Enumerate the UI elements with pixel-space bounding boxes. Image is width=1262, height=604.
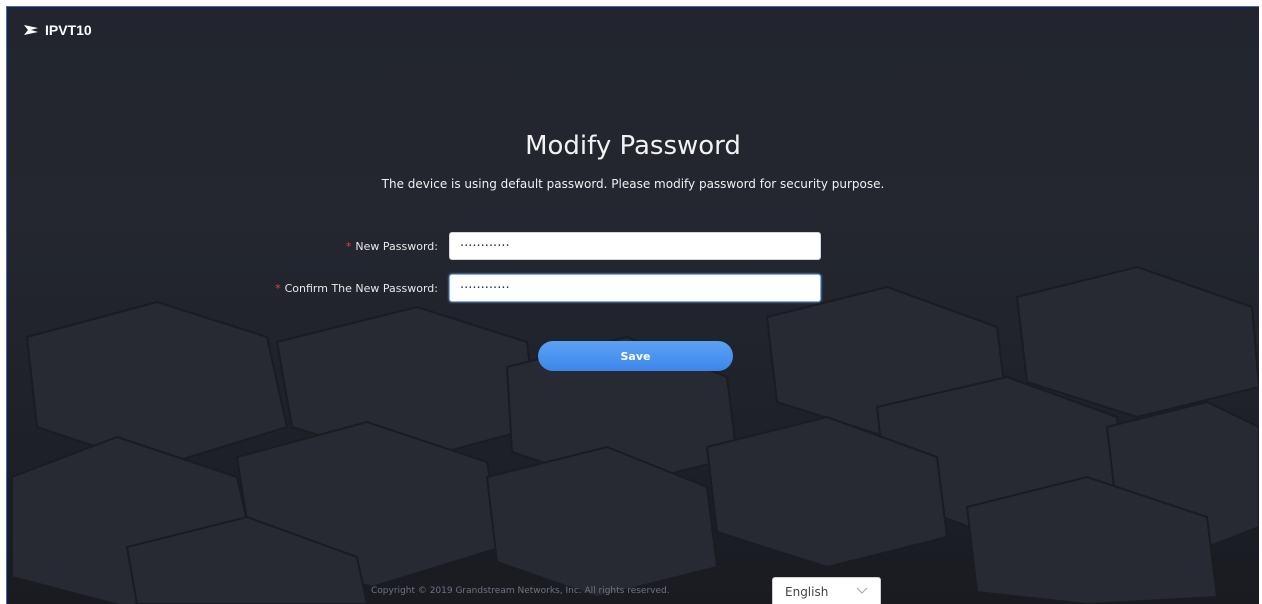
brand-header: IPVT10 [23, 22, 92, 38]
required-marker: * [345, 240, 352, 253]
new-password-field[interactable] [449, 232, 821, 260]
save-button[interactable]: Save [538, 341, 733, 371]
new-password-label: * New Password: [346, 240, 438, 253]
confirm-password-row: * Confirm The New Password: [7, 274, 1259, 304]
page-subtitle: The device is using default password. Pl… [381, 177, 885, 191]
copyright-text: Copyright © 2019 Grandstream Networks, I… [371, 586, 670, 596]
hexagon-background [11, 265, 1259, 604]
chevron-down-icon [856, 587, 868, 598]
language-select[interactable]: English [772, 577, 881, 604]
new-password-label-text: New Password: [355, 240, 438, 253]
confirm-password-label: * Confirm The New Password: [275, 282, 438, 295]
confirm-password-label-text: Confirm The New Password: [284, 282, 438, 295]
new-password-row: * New Password: [7, 232, 1259, 262]
required-marker: * [275, 282, 281, 295]
confirm-password-field[interactable] [449, 274, 821, 302]
brand-name: IPVT10 [45, 22, 92, 38]
language-selected: English [785, 585, 829, 599]
login-page: IPVT10 Modify Password The device is usi… [6, 6, 1259, 604]
page-title: Modify Password [525, 131, 741, 161]
grandstream-logo-icon [24, 25, 38, 35]
